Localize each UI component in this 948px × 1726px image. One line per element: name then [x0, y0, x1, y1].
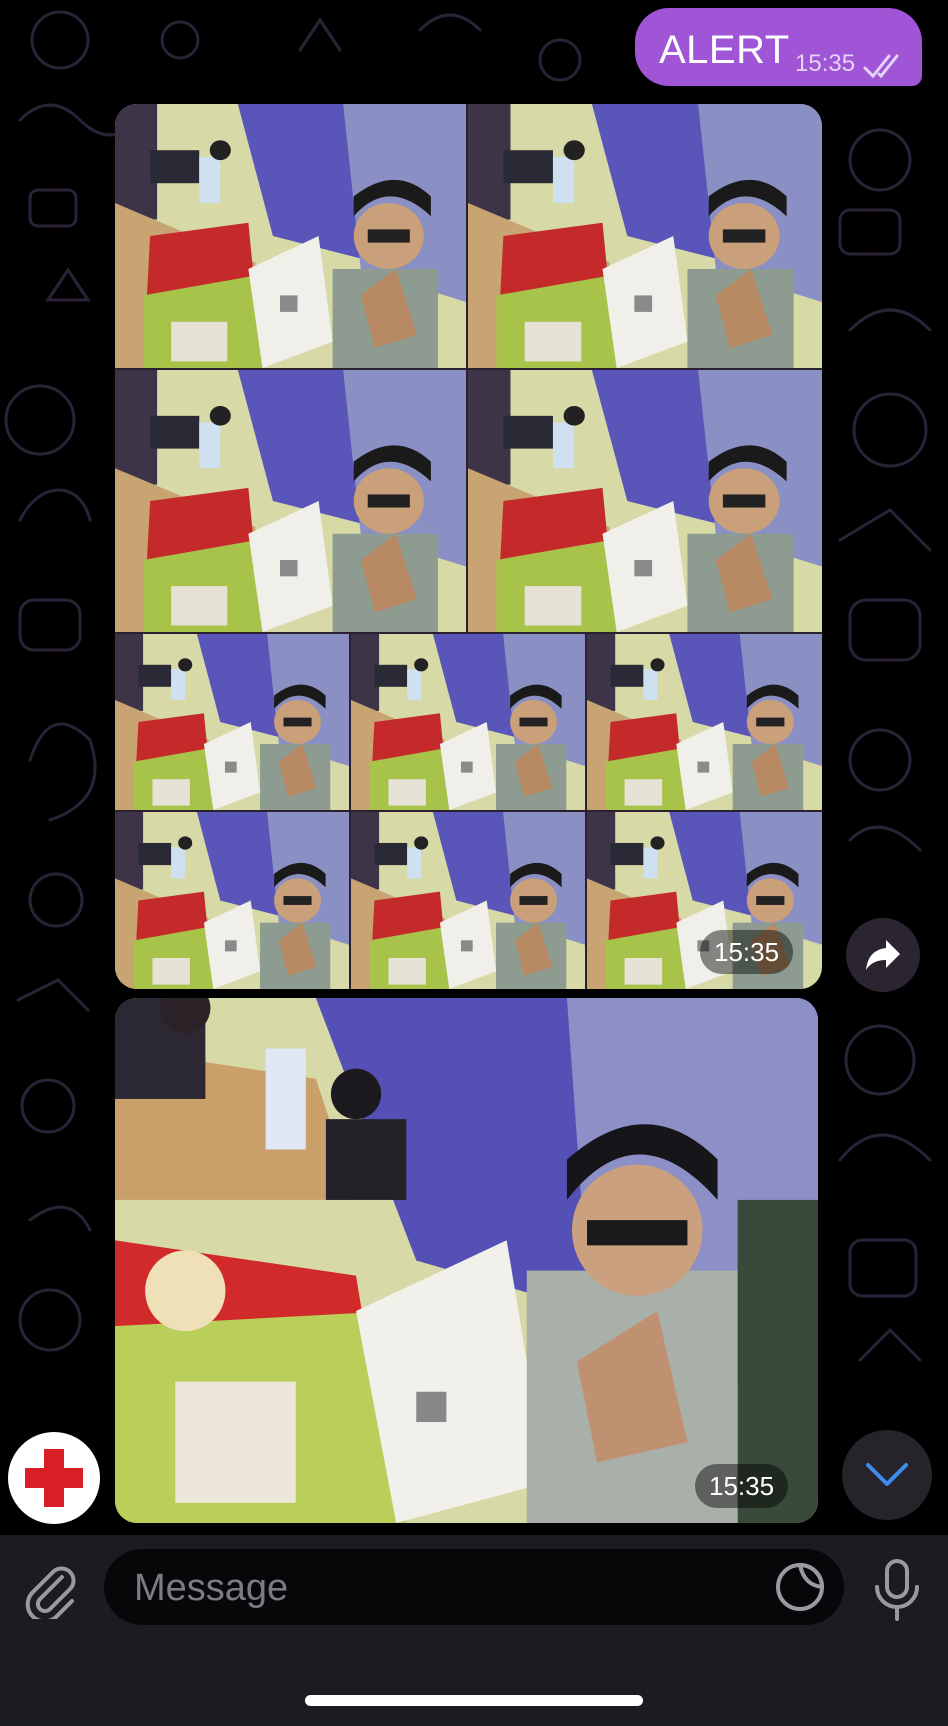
- chevron-down-icon: [866, 1463, 908, 1486]
- red-cross-icon: [25, 1449, 83, 1507]
- album-photo[interactable]: [115, 812, 349, 989]
- album-time: 15:35: [700, 930, 794, 974]
- home-indicator[interactable]: [305, 1695, 643, 1706]
- sos-button[interactable]: [8, 1432, 100, 1524]
- message-placeholder: Message: [134, 1567, 289, 1609]
- microphone-icon[interactable]: [870, 1557, 924, 1623]
- photo-album[interactable]: 15:35: [115, 104, 822, 989]
- photo-time: 15:35: [695, 1464, 789, 1508]
- share-button[interactable]: [846, 918, 920, 992]
- album-photo[interactable]: [351, 812, 585, 989]
- message-text: ALERT: [659, 28, 790, 72]
- album-photo[interactable]: [468, 370, 822, 632]
- message-composer: Message: [0, 1535, 948, 1726]
- share-arrow-icon: [866, 940, 900, 970]
- paperclip-icon[interactable]: [22, 1561, 80, 1619]
- album-photo[interactable]: [468, 104, 822, 368]
- message-time: 15:35: [795, 50, 856, 77]
- scroll-to-bottom-button[interactable]: [842, 1430, 932, 1520]
- album-photo[interactable]: [115, 370, 466, 632]
- sticker-icon[interactable]: [774, 1561, 826, 1613]
- message-input[interactable]: Message: [104, 1549, 844, 1625]
- outgoing-message-bubble[interactable]: ALERT 15:35: [635, 8, 922, 86]
- photo-message[interactable]: 15:35: [115, 998, 818, 1523]
- album-photo[interactable]: [115, 104, 466, 368]
- album-photo[interactable]: [587, 634, 822, 810]
- read-checkmarks-icon: [863, 54, 899, 79]
- photo-image: [115, 998, 818, 1523]
- album-photo[interactable]: [115, 634, 349, 810]
- album-photo[interactable]: [351, 634, 585, 810]
